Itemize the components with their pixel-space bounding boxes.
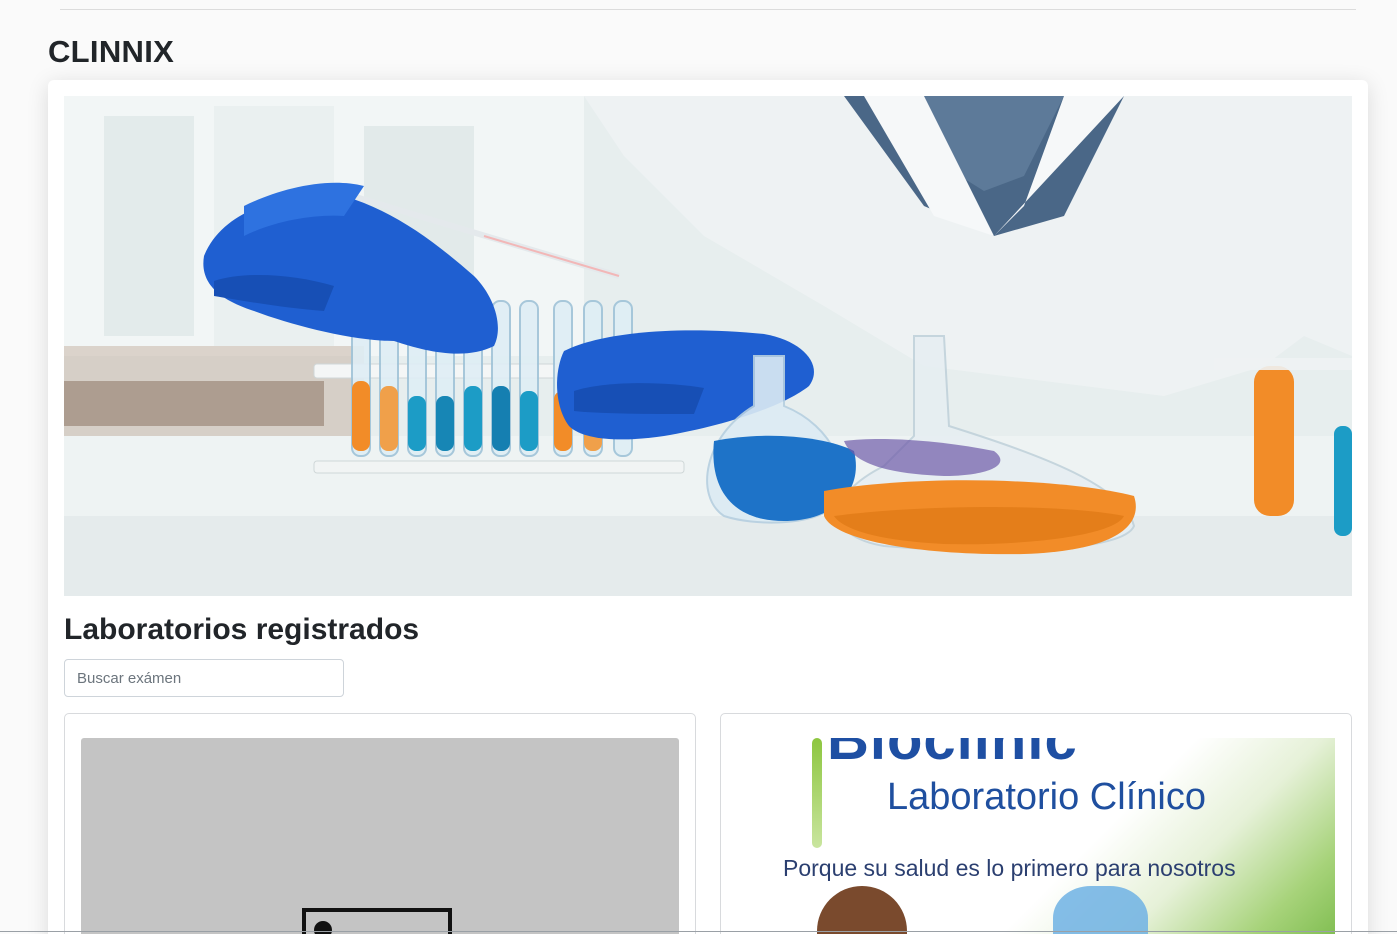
hero-lab-illustration — [64, 96, 1352, 596]
ad-green-stripe — [812, 738, 822, 848]
lab-image[interactable]: Bioclinic Laboratorio Clínico Porque su … — [737, 738, 1335, 934]
main-card: Laboratorios registrados Bioclinic Labor… — [48, 80, 1368, 934]
section-title: Laboratorios registrados — [64, 613, 420, 646]
page: CLINNIX Laboratorios registrados Buscar … — [0, 0, 1397, 934]
lab-card[interactable] — [64, 713, 696, 934]
ad-subtitle: Laboratorio Clínico — [887, 776, 1206, 818]
bottom-divider — [0, 931, 1397, 932]
image-placeholder-dot — [314, 921, 332, 934]
hero-image — [64, 96, 1352, 596]
search-exam-input[interactable] — [64, 659, 344, 697]
lab-card[interactable]: Bioclinic Laboratorio Clínico Porque su … — [720, 713, 1352, 934]
ad-glove-figure — [1053, 886, 1148, 934]
ad-tagline: Porque su salud es lo primero para nosot… — [783, 855, 1236, 881]
brand-title: CLINNIX — [48, 34, 175, 69]
top-divider — [60, 9, 1356, 10]
ad-logo-text: Bioclinic — [827, 738, 1078, 772]
lab-image[interactable] — [81, 738, 679, 934]
ad-person-figure — [817, 886, 907, 934]
